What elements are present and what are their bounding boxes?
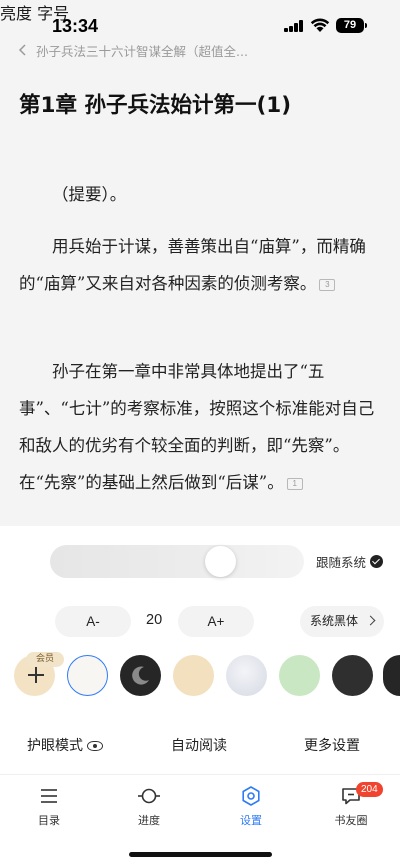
chapter-title: 第1章 孙子兵法始计第一(1) [19,93,292,118]
checkmark-icon [370,555,384,568]
tab-label: 书友圈 [334,814,368,827]
more-settings-button[interactable]: 更多设置 [304,735,360,755]
tab-contents[interactable]: 目录 [14,785,84,828]
paragraph-text: 用兵始于计谋，善善策出自“庙算”，而精确的“庙算”又来自对各种因素的侦测考察。 [19,237,366,293]
theme-swatch-green[interactable] [279,655,320,696]
chevron-left-icon[interactable] [16,43,30,57]
paragraph: （提要）。 [19,176,383,213]
brightness-slider[interactable] [50,545,304,578]
eye-care-label: 护眼模式 [27,738,83,754]
battery-icon: 79 [336,18,367,33]
font-face-selector[interactable]: 系统黑体 [300,606,384,637]
notification-badge: 204 [356,782,383,797]
wifi-icon [310,18,330,32]
progress-icon [138,785,160,807]
book-title: 孙子兵法三十六计智谋全解（超值全... [36,43,248,59]
follow-system-label: 跟随系统 [316,555,367,570]
vip-badge: 会员 [26,652,64,667]
chevron-right-icon [365,615,376,626]
paragraph: 孙子在第一章中非常具体地提出了“五事”、“七计”的考察标准，按照这个标准能对自己… [19,353,383,501]
tab-settings[interactable]: 设置 [216,785,286,828]
paragraph: 用兵始于计谋，善善策出自“庙算”，而精确的“庙算”又来自对各种因素的侦测考察。 3 [19,228,383,302]
note-count-icon[interactable]: 3 [319,278,336,291]
tab-label: 设置 [240,814,262,827]
status-time: 13:34 [52,16,99,36]
list-icon [38,785,60,807]
moon-icon [132,666,149,685]
tab-label: 目录 [38,814,60,827]
auto-read-button[interactable]: 自动阅读 [171,735,227,755]
theme-swatch-dark[interactable] [332,655,373,696]
paragraph-text: 孙子在第一章中非常具体地提出了“五事”、“七计”的考察标准，按照这个标准能对自己… [19,362,375,492]
font-increase-button[interactable]: A+ [178,606,254,637]
plus-icon [27,666,45,684]
eye-care-toggle[interactable]: 护眼模式 [27,735,103,755]
tab-progress[interactable]: 进度 [114,785,184,828]
eye-icon [87,741,103,751]
brightness-slider-knob[interactable] [205,546,236,577]
font-size-value: 20 [146,612,163,628]
theme-swatch-night[interactable] [120,655,161,696]
theme-swatch-silver[interactable] [226,655,267,696]
follow-system-toggle[interactable]: 跟随系统 [316,552,384,571]
cellular-signal-icon [284,20,304,32]
breadcrumb[interactable]: 孙子兵法三十六计智谋全解（超值全... [16,40,248,60]
font-face-label: 系统黑体 [310,614,359,628]
theme-swatch-parchment[interactable] [173,655,214,696]
note-count-icon[interactable]: 1 [286,477,303,490]
status-bar: 13:34 79 [0,0,400,40]
home-indicator[interactable] [129,852,272,857]
theme-swatch-white[interactable] [67,655,108,696]
font-decrease-button[interactable]: A- [55,606,131,637]
tab-label: 进度 [138,814,160,827]
settings-icon [240,785,262,807]
paragraph-text: （提要）。 [52,185,127,204]
